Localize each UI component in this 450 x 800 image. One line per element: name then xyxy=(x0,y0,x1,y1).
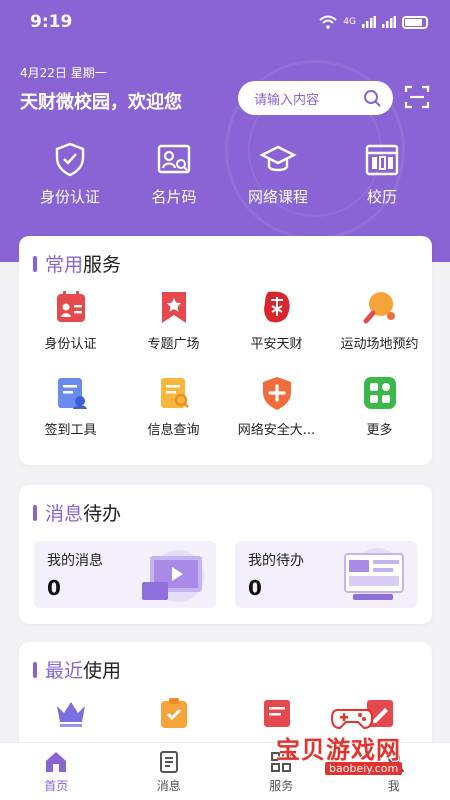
service-label: 信息查询 xyxy=(147,423,200,438)
signal-icon xyxy=(362,16,376,28)
my-messages-label: 我的消息 xyxy=(47,553,103,569)
messages-todos-card: 消息 待办 我的消息 0 我的待办 0 xyxy=(19,485,432,624)
service-venue-booking[interactable]: 运动场地预约 xyxy=(328,288,431,374)
scan-icon[interactable] xyxy=(404,84,430,110)
message-doc-icon xyxy=(159,750,178,773)
section-title: 最近 使用 xyxy=(33,656,121,683)
watermark-text: 宝贝游戏网 xyxy=(276,736,401,764)
tab-messages[interactable]: 消息 xyxy=(113,743,226,800)
date-text: 4月22日 xyxy=(20,66,67,80)
checkin-doc-icon xyxy=(57,378,87,409)
quick-action-card-code[interactable]: 名片码 xyxy=(122,140,226,207)
status-bar: 9:19 4G xyxy=(0,0,450,44)
dashboard-illustration xyxy=(344,548,404,600)
home-icon xyxy=(46,751,67,772)
id-badge-icon xyxy=(56,291,85,322)
my-todos-count: 0 xyxy=(248,576,262,600)
gamepad-icon xyxy=(330,709,374,730)
battery-icon xyxy=(402,15,428,29)
id-card-icon xyxy=(157,144,191,174)
my-messages-count: 0 xyxy=(47,576,61,600)
shield-check-icon xyxy=(55,142,85,177)
quick-action-online-course[interactable]: 网络课程 xyxy=(226,140,330,207)
service-label: 更多 xyxy=(366,423,393,438)
calendar-icon xyxy=(365,144,399,176)
clipboard-check-icon xyxy=(160,698,187,728)
service-identity[interactable]: 身份认证 xyxy=(19,288,122,374)
service-label: 身份认证 xyxy=(44,337,97,352)
signal-icon xyxy=(382,16,396,28)
search-placeholder: 请输入内容 xyxy=(254,92,320,108)
doc-search-icon xyxy=(160,378,189,408)
crown-icon xyxy=(56,702,85,727)
tab-home[interactable]: 首页 xyxy=(0,743,113,800)
watermark-url: baobeiy.com xyxy=(325,762,403,775)
my-messages-tile[interactable]: 我的消息 0 xyxy=(34,541,216,608)
video-screen-illustration xyxy=(142,550,204,602)
welcome-title: 天财微校园，欢迎您 xyxy=(20,92,182,113)
quick-action-label: 校历 xyxy=(366,188,397,206)
service-label: 专题广场 xyxy=(147,337,200,352)
network-type: 4G xyxy=(343,17,356,27)
service-more[interactable]: 更多 xyxy=(328,374,431,460)
service-topic-square[interactable]: 专题广场 xyxy=(122,288,225,374)
quick-action-identity[interactable]: 身份认证 xyxy=(18,140,122,207)
service-info-query[interactable]: 信息查询 xyxy=(122,374,225,460)
tab-label: 消息 xyxy=(156,778,181,793)
seal-logo-icon xyxy=(263,291,290,323)
quick-action-label: 网络课程 xyxy=(247,188,308,206)
tab-label: 首页 xyxy=(44,778,69,793)
shield-plus-icon xyxy=(262,377,291,410)
section-title: 常用 服务 xyxy=(33,250,121,277)
service-label: 网络安全大... xyxy=(237,423,316,438)
service-cyber-security[interactable]: 网络安全大... xyxy=(225,374,328,460)
service-label: 平安天财 xyxy=(250,337,303,352)
my-todos-label: 我的待办 xyxy=(248,553,304,569)
common-services-card: 常用 服务 身份认证 专题广场 平安天财 运动场地预约 签到工具 信息查询 网络… xyxy=(19,236,432,465)
status-time: 9:19 xyxy=(30,12,73,32)
weekday-text: 星期一 xyxy=(70,66,107,80)
ping-pong-icon xyxy=(363,292,395,324)
quick-action-school-calendar[interactable]: 校历 xyxy=(330,140,434,207)
grid-more-icon xyxy=(363,377,396,409)
graduation-cap-icon xyxy=(259,145,297,172)
service-checkin-tool[interactable]: 签到工具 xyxy=(19,374,122,460)
quick-action-label: 身份认证 xyxy=(39,188,100,206)
search-icon xyxy=(364,90,381,107)
section-title: 消息 待办 xyxy=(33,499,121,526)
my-todos-tile[interactable]: 我的待办 0 xyxy=(235,541,417,608)
service-safe-campus[interactable]: 平安天财 xyxy=(225,288,328,374)
date-line: 4月22日 星期一 xyxy=(20,64,107,81)
site-watermark: 宝贝游戏网 baobeiy.com xyxy=(270,700,450,784)
service-label: 签到工具 xyxy=(44,423,97,438)
quick-action-label: 名片码 xyxy=(151,188,197,206)
wifi-icon xyxy=(319,15,337,29)
bookmark-star-icon xyxy=(161,292,186,323)
service-label: 运动场地预约 xyxy=(340,337,419,352)
search-input[interactable]: 请输入内容 xyxy=(238,81,393,115)
